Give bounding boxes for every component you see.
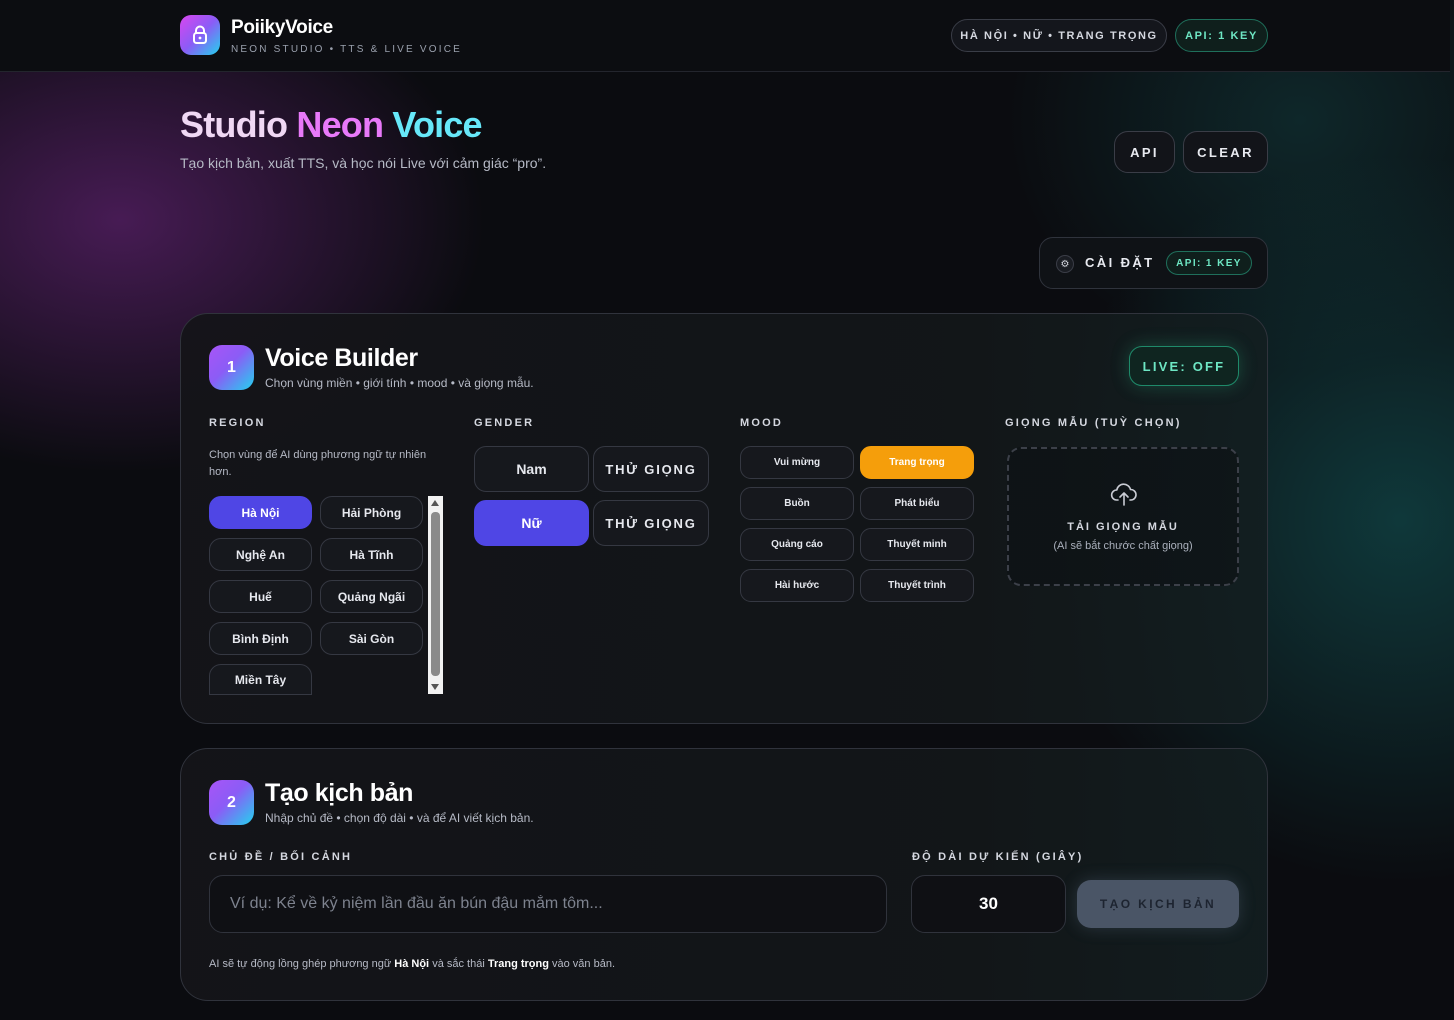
- region-chip-hai-phong[interactable]: Hải Phòng: [320, 496, 423, 529]
- upload-title: TẢI GIỌNG MẪU: [1067, 521, 1179, 533]
- mood-chip-buon[interactable]: Buồn: [740, 487, 854, 520]
- dialect-note: AI sẽ tự động lồng ghép phương ngữ Hà Nộ…: [209, 958, 615, 970]
- mood-chip-thuyet-minh[interactable]: Thuyết minh: [860, 528, 974, 561]
- gender-option-nu[interactable]: Nữ: [474, 500, 589, 546]
- try-voice-nam-button[interactable]: THỬ GIỌNG: [593, 446, 709, 492]
- region-chip-mien-tay[interactable]: Miền Tây: [209, 664, 312, 695]
- note-suffix: vào văn bản.: [552, 958, 616, 970]
- script-builder-subtitle: Nhập chủ đề • chọn độ dài • và để AI viế…: [265, 811, 534, 825]
- sample-voice-upload[interactable]: TẢI GIỌNG MẪU (AI sẽ bắt chước chất giọn…: [1007, 447, 1239, 586]
- gear-icon: ⚙: [1056, 255, 1074, 273]
- duration-input[interactable]: [911, 875, 1066, 933]
- region-chip-quang-ngai[interactable]: Quảng Ngãi: [320, 580, 423, 613]
- region-chip-hue[interactable]: Huế: [209, 580, 312, 613]
- note-region: Hà Nội: [394, 958, 430, 970]
- api-button[interactable]: API: [1114, 131, 1175, 173]
- note-mood: Trang trọng: [487, 958, 549, 970]
- step-badge-2: 2: [209, 780, 254, 825]
- api-key-pill[interactable]: API: 1 KEY: [1175, 19, 1268, 52]
- mood-chip-vui-mung[interactable]: Vui mừng: [740, 446, 854, 479]
- voice-builder-card: 1 Voice Builder Chọn vùng miền • giới tí…: [180, 313, 1268, 724]
- sample-voice-label: GIỌNG MẪU (TUỲ CHỌN): [1005, 417, 1182, 429]
- live-toggle-button[interactable]: LIVE: OFF: [1129, 346, 1239, 386]
- mood-chip-phat-bieu[interactable]: Phát biểu: [860, 487, 974, 520]
- clear-button[interactable]: CLEAR: [1183, 131, 1268, 173]
- lock-icon: [193, 25, 207, 44]
- voice-builder-title: Voice Builder: [265, 344, 418, 372]
- topic-input[interactable]: [209, 875, 887, 933]
- topic-label: CHỦ ĐỀ / BỐI CẢNH: [209, 851, 353, 863]
- scrollbar-thumb[interactable]: [431, 512, 440, 676]
- brand-name: PoiikyVoice: [231, 17, 333, 38]
- region-chip-ha-tinh[interactable]: Hà Tĩnh: [320, 538, 423, 571]
- generate-script-button[interactable]: TẠO KỊCH BẢN: [1077, 880, 1239, 928]
- mood-chip-thuyet-trinh[interactable]: Thuyết trình: [860, 569, 974, 602]
- page-subtitle: Tạo kịch bản, xuất TTS, và học nói Live …: [180, 155, 547, 171]
- cloud-upload-icon: [1110, 483, 1137, 506]
- app-logo: [180, 15, 220, 55]
- note-middle: và sắc thái: [432, 958, 485, 970]
- script-builder-card: 2 Tạo kịch bản Nhập chủ đề • chọn độ dài…: [180, 748, 1268, 1001]
- script-builder-title: Tạo kịch bản: [265, 779, 414, 807]
- region-chip-sai-gon[interactable]: Sài Gòn: [320, 622, 423, 655]
- mood-chip-quang-cao[interactable]: Quảng cáo: [740, 528, 854, 561]
- settings-button[interactable]: ⚙ CÀI ĐẶT API: 1 KEY: [1039, 237, 1268, 289]
- region-chip-binh-dinh[interactable]: Bình Định: [209, 622, 312, 655]
- scroll-up-icon[interactable]: [431, 500, 439, 506]
- mood-chip-hai-huoc[interactable]: Hài hước: [740, 569, 854, 602]
- gender-option-nam[interactable]: Nam: [474, 446, 589, 492]
- title-voice: Voice: [392, 104, 482, 145]
- voice-status-pill[interactable]: HÀ NỘI • NỮ • TRANG TRỌNG: [951, 19, 1167, 52]
- gender-label: GENDER: [474, 417, 535, 429]
- voice-builder-subtitle: Chọn vùng miền • giới tính • mood • và g…: [265, 376, 534, 390]
- upload-subtitle: (AI sẽ bắt chước chất giọng): [1053, 540, 1193, 552]
- region-chip-ha-noi[interactable]: Hà Nội: [209, 496, 312, 529]
- region-scrollbar[interactable]: [428, 496, 443, 694]
- title-studio: Studio: [180, 104, 288, 145]
- region-description: Chọn vùng để AI dùng phương ngữ tự nhiên…: [209, 449, 427, 478]
- top-bar: PoiikyVoice NEON STUDIO • TTS & LIVE VOI…: [0, 0, 1450, 72]
- settings-label: CÀI ĐẶT: [1085, 255, 1155, 270]
- note-prefix: AI sẽ tự động lồng ghép phương ngữ: [209, 958, 392, 970]
- step-badge-1: 1: [209, 345, 254, 390]
- title-neon: Neon: [296, 104, 384, 145]
- mood-chip-trang-trong[interactable]: Trang trọng: [860, 446, 974, 479]
- page-title: Studio Neon Voice: [180, 104, 483, 146]
- region-label: REGION: [209, 417, 266, 429]
- settings-api-badge: API: 1 KEY: [1166, 251, 1252, 275]
- mood-label: MOOD: [740, 417, 784, 429]
- region-chip-nghe-an[interactable]: Nghệ An: [209, 538, 312, 571]
- scroll-down-icon[interactable]: [431, 684, 439, 690]
- try-voice-nu-button[interactable]: THỬ GIỌNG: [593, 500, 709, 546]
- brand-tagline: NEON STUDIO • TTS & LIVE VOICE: [231, 44, 463, 55]
- duration-label: ĐỘ DÀI DỰ KIẾN (GIÂY): [912, 851, 1084, 863]
